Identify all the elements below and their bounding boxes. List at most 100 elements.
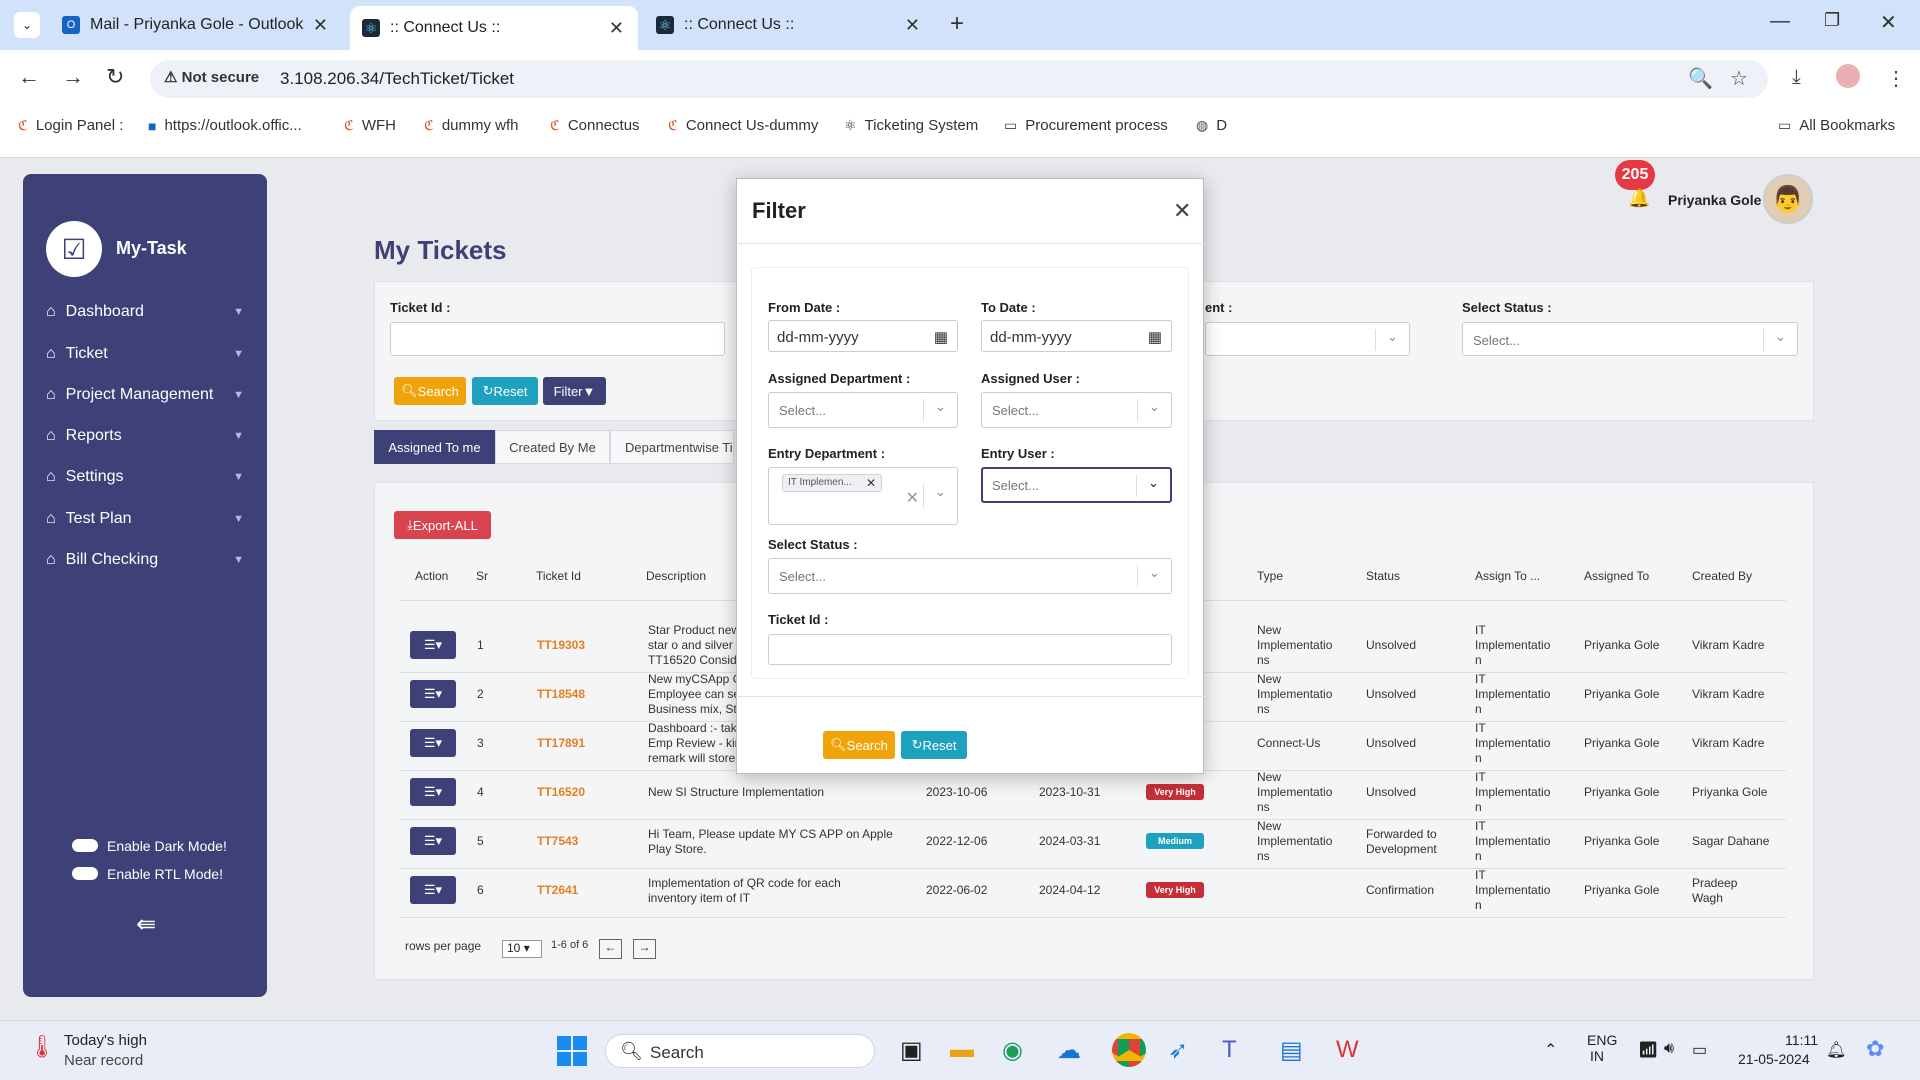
bookmark-wfh[interactable]: ℭ WFH bbox=[344, 117, 396, 134]
bookmark-login-panel[interactable]: ℭ Login Panel : bbox=[18, 117, 123, 134]
close-window-button[interactable]: ✕ bbox=[1880, 10, 1897, 35]
chevron-up-icon[interactable]: ⌃ bbox=[1544, 1040, 1557, 1060]
chevron-down-icon: ⌄ bbox=[923, 484, 957, 508]
globe-icon: ◍ bbox=[1196, 117, 1209, 133]
minimize-button[interactable]: — bbox=[1770, 10, 1790, 33]
calendar-icon: ▦ bbox=[933, 329, 948, 346]
onedrive-icon[interactable]: ☁ bbox=[1057, 1036, 1081, 1065]
volume-icon[interactable]: 🔊︎ bbox=[1664, 1040, 1674, 1058]
all-bookmarks[interactable]: ▭ All Bookmarks bbox=[1778, 117, 1895, 134]
entry-user-label: Entry User : bbox=[981, 446, 1055, 461]
outlook-icon: O bbox=[62, 16, 80, 34]
refresh-icon: ↻ bbox=[911, 737, 923, 752]
windows-logo-pane bbox=[557, 1036, 571, 1050]
modal-footer-divider bbox=[736, 696, 1204, 697]
tab-search-button[interactable]: ⌄ bbox=[14, 12, 40, 38]
windows-logo-pane bbox=[573, 1036, 587, 1050]
close-icon[interactable]: ✕ bbox=[313, 15, 328, 36]
browser-menu-icon[interactable]: ⋮ bbox=[1886, 66, 1906, 91]
bookmark-ticketing-system[interactable]: ⚛ Ticketing System bbox=[844, 117, 978, 134]
notification-bell-icon[interactable]: 🔔︎ bbox=[1826, 1040, 1846, 1060]
bookmark-star-icon[interactable]: ☆ bbox=[1730, 66, 1748, 91]
zoom-icon[interactable]: 🔍 bbox=[1688, 66, 1713, 91]
assigned-department-select[interactable]: Select... ⌄ bbox=[768, 392, 958, 428]
url-text: 3.108.206.34/TechTicket/Ticket bbox=[280, 69, 515, 88]
tab-label: :: Connect Us :: bbox=[684, 16, 795, 33]
wifi-icon[interactable]: 📶︎ bbox=[1638, 1040, 1658, 1060]
modal-reset-button[interactable]: ↻ Reset bbox=[901, 731, 967, 759]
react-icon: ⚛ bbox=[844, 117, 857, 133]
edge-icon[interactable]: ◉ bbox=[1002, 1036, 1023, 1065]
modal-status-label: Select Status : bbox=[768, 537, 858, 552]
assigned-user-select[interactable]: Select... ⌄ bbox=[981, 392, 1172, 428]
restore-button[interactable]: ❐ bbox=[1824, 10, 1840, 31]
new-tab-button[interactable]: + bbox=[950, 10, 964, 38]
browser-tab-outlook[interactable]: O Mail - Priyanka Gole - Outlook ✕ bbox=[50, 8, 342, 42]
date: 21-05-2024 bbox=[1738, 1051, 1810, 1067]
entry-department-chip: IT Implemen... ✕ bbox=[782, 474, 882, 492]
bookmark-favicon: ℭ bbox=[424, 117, 434, 133]
modal-close-button[interactable]: ✕ bbox=[1173, 198, 1191, 224]
address-bar[interactable]: ⚠ Not secure 3.108.206.34/TechTicket/Tic… bbox=[150, 60, 1768, 98]
thermometer-icon: 🌡 bbox=[28, 1034, 56, 1059]
bookmark-dummy-wfh[interactable]: ℭdummy wfh bbox=[424, 117, 519, 134]
search-icon: 🔍︎ bbox=[620, 1041, 643, 1061]
to-date-label: To Date : bbox=[981, 300, 1036, 315]
bookmark-procurement-process[interactable]: ▭ Procurement process bbox=[1004, 117, 1168, 134]
modal-search-button[interactable]: 🔍︎ Search bbox=[823, 731, 895, 759]
chevron-down-icon: ⌄ bbox=[923, 399, 957, 421]
bookmark-d[interactable]: ◍ D bbox=[1196, 117, 1227, 134]
browser-tab-connectus-active[interactable]: ⚛ :: Connect Us :: ✕ bbox=[350, 6, 638, 50]
modal-ticket-id-label: Ticket Id : bbox=[768, 612, 829, 627]
entry-user-select[interactable]: Select... ⌄ bbox=[981, 467, 1172, 503]
forward-icon[interactable]: → bbox=[62, 64, 84, 90]
assigned-user-label: Assigned User : bbox=[981, 371, 1080, 386]
profile-avatar[interactable] bbox=[1836, 64, 1860, 88]
not-secure-indicator[interactable]: ⚠ Not secure bbox=[164, 68, 259, 86]
taskbar-search[interactable]: 🔍︎ Search bbox=[605, 1034, 875, 1068]
clear-icon[interactable]: ✕ bbox=[906, 488, 919, 508]
from-date-input[interactable]: dd-mm-yyyy ▦ bbox=[768, 320, 958, 352]
bookmark-outlook[interactable]: ■ https://outlook.offic... bbox=[148, 117, 302, 134]
assigned-department-label: Assigned Department : bbox=[768, 371, 911, 386]
bookmark-favicon: ℭ bbox=[18, 117, 28, 133]
download-icon[interactable]: ⤓ bbox=[1792, 66, 1801, 89]
wps-icon[interactable]: W bbox=[1336, 1036, 1359, 1064]
notepad-icon[interactable]: ▤ bbox=[1280, 1036, 1303, 1065]
bookmark-connectus[interactable]: ℭ Connectus bbox=[550, 117, 640, 134]
file-explorer-icon[interactable]: ▬ bbox=[950, 1036, 974, 1064]
from-date-label: From Date : bbox=[768, 300, 841, 315]
browser-tab-connectus[interactable]: ⚛ :: Connect Us :: ✕ bbox=[644, 8, 934, 42]
language-indicator[interactable]: ENG IN bbox=[1587, 1032, 1617, 1064]
calendar-icon: ▦ bbox=[1147, 329, 1162, 346]
close-icon[interactable]: ✕ bbox=[905, 15, 920, 36]
weather-title: Today's high bbox=[64, 1032, 147, 1049]
react-icon: ⚛ bbox=[656, 16, 674, 34]
battery-icon[interactable]: ▭ bbox=[1692, 1040, 1707, 1060]
modal-divider bbox=[736, 243, 1204, 244]
remove-chip-icon[interactable]: ✕ bbox=[866, 476, 876, 490]
back-icon[interactable]: ← bbox=[18, 64, 40, 90]
app-icon[interactable]: ➶ bbox=[1168, 1036, 1188, 1065]
modal-ticket-id-input[interactable] bbox=[768, 634, 1172, 665]
chevron-down-icon: ⌄ bbox=[1136, 475, 1170, 497]
folder-icon: ▭ bbox=[1004, 117, 1018, 133]
copilot-icon[interactable]: ✿ bbox=[1866, 1036, 1884, 1062]
reload-icon[interactable]: ↻ bbox=[106, 64, 124, 90]
teams-icon[interactable]: T bbox=[1222, 1036, 1237, 1064]
bookmark-connect-us-dummy[interactable]: ℭ Connect Us-dummy bbox=[668, 117, 818, 134]
chevron-down-icon: ⌄ bbox=[1137, 399, 1171, 421]
to-date-input[interactable]: dd-mm-yyyy ▦ bbox=[981, 320, 1172, 352]
weather-subtitle: Near record bbox=[64, 1052, 144, 1069]
windows-start-icon[interactable] bbox=[557, 1036, 587, 1066]
clock[interactable]: 11:11 bbox=[1768, 1032, 1818, 1048]
modal-title: Filter bbox=[752, 198, 806, 223]
entry-department-label: Entry Department : bbox=[768, 446, 886, 461]
windows-logo-pane bbox=[573, 1052, 587, 1066]
bookmark-favicon: ℭ bbox=[668, 117, 678, 133]
task-view-icon[interactable]: ▣ bbox=[900, 1036, 923, 1065]
chrome-icon[interactable] bbox=[1112, 1033, 1146, 1067]
modal-status-select[interactable]: Select... ⌄ bbox=[768, 558, 1172, 594]
tab-label: Mail - Priyanka Gole - Outlook bbox=[90, 16, 304, 33]
close-icon[interactable]: ✕ bbox=[609, 18, 624, 39]
